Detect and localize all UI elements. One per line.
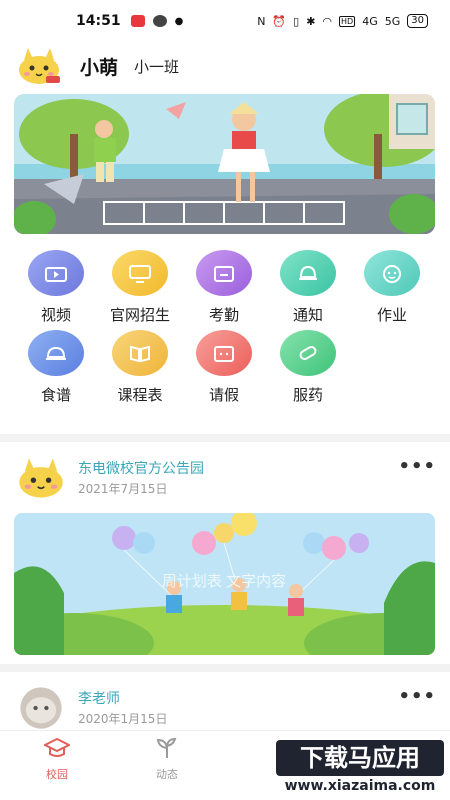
banner-illustration [14, 94, 435, 234]
sprout-icon [156, 737, 177, 758]
grid-label: 食谱 [40, 386, 71, 404]
grid-label: 服药 [292, 386, 323, 404]
tab-label: 动态 [156, 768, 178, 781]
signal-4g-icon: 4G [362, 14, 378, 28]
bell-icon [280, 250, 336, 296]
pill-icon [280, 330, 336, 376]
wechat-icon [152, 15, 167, 27]
food-cover-icon [28, 330, 84, 376]
signal-5g-icon: 5G [384, 14, 401, 28]
grid-item-leave[interactable]: 请假 [182, 330, 266, 405]
monitor-icon [112, 250, 168, 296]
post-author[interactable]: 东电微校官方公告园 [78, 458, 204, 478]
grid-item-medicine[interactable]: 服药 [266, 330, 350, 405]
more-options-button[interactable]: ••• [398, 456, 436, 477]
nfc-icon: N [257, 14, 266, 28]
status-notification-icons: ● [130, 15, 184, 27]
grid-item-timetable[interactable]: 课程表 [98, 330, 182, 405]
status-system-icons: N ⏰ ▯ ✱ ◠ HD 4G 5G 30 [257, 14, 428, 28]
teacher-avatar[interactable] [16, 686, 66, 730]
post-header[interactable]: 东电微校官方公告园 2021年7月15日 ••• [16, 456, 436, 506]
school-cap-icon [42, 737, 72, 757]
face-icon [364, 250, 420, 296]
grid-item-admissions[interactable]: 官网招生 [98, 250, 182, 325]
profile-header[interactable]: 小萌 小一班 [16, 44, 179, 88]
grid-label: 通知 [292, 306, 323, 324]
post-avatar[interactable] [16, 456, 66, 500]
status-bar: 14:51 ● N ⏰ ▯ ✱ ◠ HD 4G 5G 30 [0, 0, 450, 42]
grid-item-recipe[interactable]: 食谱 [14, 330, 98, 405]
more-options-button[interactable]: ••• [398, 686, 436, 707]
grid-label: 课程表 [117, 386, 163, 404]
post-image[interactable]: 周计划表 文字内容 [14, 513, 435, 655]
post-author[interactable]: 李老师 [78, 688, 120, 708]
calendar-icon [196, 250, 252, 296]
alarm-icon: ⏰ [272, 14, 287, 28]
vibrate-icon: ▯ [293, 14, 300, 28]
app-notification-icon [130, 15, 145, 27]
tab-moments[interactable]: 动态 [132, 737, 202, 782]
dot-icon: ● [174, 15, 184, 27]
post-image-caption: 周计划表 文字内容 [162, 573, 286, 590]
post-date: 2021年7月15日 [78, 482, 168, 496]
hero-banner[interactable] [14, 94, 435, 234]
user-class[interactable]: 小一班 [134, 56, 179, 77]
leave-calendar-icon [196, 330, 252, 376]
post-date: 2020年1月15日 [78, 712, 168, 726]
grid-label: 作业 [376, 306, 407, 324]
watermark-url: www.xiazaima.com [284, 778, 436, 794]
status-time: 14:51 [76, 13, 121, 29]
grid-label: 官网招生 [109, 306, 170, 324]
video-icon [28, 250, 84, 296]
tab-label: 校园 [46, 768, 68, 781]
grid-item-attendance[interactable]: 考勤 [182, 250, 266, 325]
grid-item-notice[interactable]: 通知 [266, 250, 350, 325]
grid-label: 考勤 [208, 306, 239, 324]
post-illustration: 周计划表 文字内容 [14, 513, 435, 655]
section-divider [0, 664, 450, 672]
bluetooth-icon: ✱ [306, 14, 316, 28]
book-icon [112, 330, 168, 376]
watermark-logo: 下载马应用 www.xiazaima.com [262, 736, 450, 800]
avatar[interactable] [16, 46, 62, 86]
wifi-icon: ◠ [322, 14, 333, 28]
section-divider [0, 434, 450, 442]
grid-item-video[interactable]: 视频 [14, 250, 98, 325]
grid-item-homework[interactable]: 作业 [350, 250, 434, 325]
grid-label: 视频 [40, 306, 71, 324]
hd-icon: HD [339, 15, 356, 27]
user-name: 小萌 [80, 56, 119, 79]
battery-icon: 30 [407, 14, 428, 28]
tab-campus[interactable]: 校园 [22, 737, 92, 782]
watermark-main: 下载马应用 [276, 740, 444, 776]
grid-label: 请假 [208, 386, 239, 404]
post-header[interactable]: 李老师 2020年1月15日 ••• [16, 686, 436, 736]
